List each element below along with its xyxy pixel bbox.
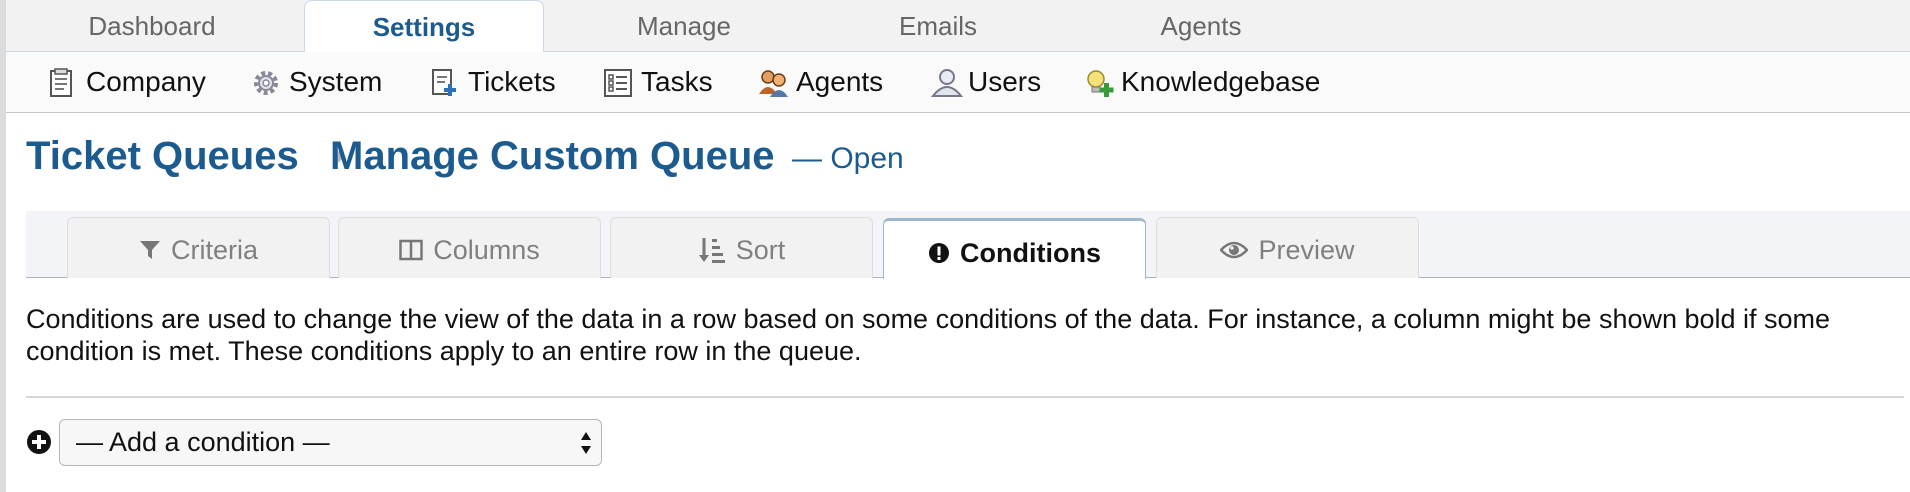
tab-label: Preview bbox=[1258, 234, 1355, 265]
tab-emails[interactable]: Emails bbox=[838, 0, 1038, 52]
tab-label: Columns bbox=[433, 234, 540, 265]
gear-icon bbox=[254, 71, 278, 95]
subnav-label: Company bbox=[86, 66, 206, 97]
subnav-item-agents[interactable]: Agents bbox=[758, 52, 908, 112]
subnav-item-users[interactable]: Users bbox=[930, 52, 1060, 112]
add-condition-select[interactable]: — Add a condition — bbox=[59, 419, 602, 466]
tasks-icon bbox=[604, 69, 632, 97]
tab-preview[interactable]: Preview bbox=[1156, 217, 1419, 278]
sort-icon bbox=[698, 237, 725, 263]
subnav-label: Knowledgebase bbox=[1121, 66, 1321, 97]
tab-sort[interactable]: Sort bbox=[610, 217, 873, 278]
select-value: — Add a condition — bbox=[76, 427, 330, 457]
tab-dashboard[interactable]: Dashboard bbox=[50, 0, 254, 52]
users-icon bbox=[930, 69, 964, 97]
subnav-item-tickets[interactable]: Tickets bbox=[430, 52, 590, 112]
company-icon bbox=[50, 68, 72, 97]
settings-subnav: Company System Tickets Tasks Agents User… bbox=[6, 52, 1910, 113]
subnav-label: System bbox=[289, 66, 383, 97]
eye-icon bbox=[1220, 241, 1249, 259]
tab-settings[interactable]: Settings bbox=[304, 0, 544, 53]
select-arrows-icon bbox=[581, 432, 591, 454]
knowledgebase-icon bbox=[1087, 70, 1114, 97]
tab-agents[interactable]: Agents bbox=[1096, 0, 1306, 52]
tab-criteria[interactable]: Criteria bbox=[67, 217, 330, 278]
exclamation-icon bbox=[929, 242, 949, 263]
subnav-label: Users bbox=[968, 66, 1042, 97]
tickets-icon bbox=[432, 69, 456, 96]
subnav-item-knowledgebase[interactable]: Knowledgebase bbox=[1083, 52, 1343, 112]
divider bbox=[26, 396, 1904, 398]
tab-columns[interactable]: Columns bbox=[338, 217, 601, 278]
breadcrumb-ticket-queues[interactable]: Ticket Queues bbox=[26, 134, 299, 179]
queue-tabs: Criteria Columns Sort Conditions Preview bbox=[26, 211, 1910, 279]
subnav-item-company[interactable]: Company bbox=[48, 52, 228, 112]
columns-icon bbox=[399, 239, 423, 261]
page-heading: Manage Custom Queue bbox=[330, 134, 775, 178]
top-nav: Dashboard Settings Manage Emails Agents bbox=[6, 0, 1910, 53]
queue-status: — Open bbox=[792, 142, 904, 175]
subnav-label: Tasks bbox=[641, 66, 713, 97]
tab-conditions[interactable]: Conditions bbox=[883, 218, 1146, 279]
subnav-item-tasks[interactable]: Tasks bbox=[603, 52, 733, 112]
conditions-description: Conditions are used to change the view o… bbox=[26, 304, 1831, 366]
tab-label: Conditions bbox=[960, 237, 1101, 268]
agents-icon bbox=[759, 70, 788, 97]
subnav-label: Tickets bbox=[468, 66, 556, 97]
add-icon[interactable] bbox=[26, 429, 52, 455]
filter-icon bbox=[139, 240, 160, 259]
subnav-label: Agents bbox=[796, 66, 884, 97]
tab-label: Sort bbox=[735, 234, 786, 265]
tab-manage[interactable]: Manage bbox=[574, 0, 794, 52]
tab-label: Criteria bbox=[170, 234, 258, 265]
subnav-item-system[interactable]: System bbox=[251, 52, 411, 112]
